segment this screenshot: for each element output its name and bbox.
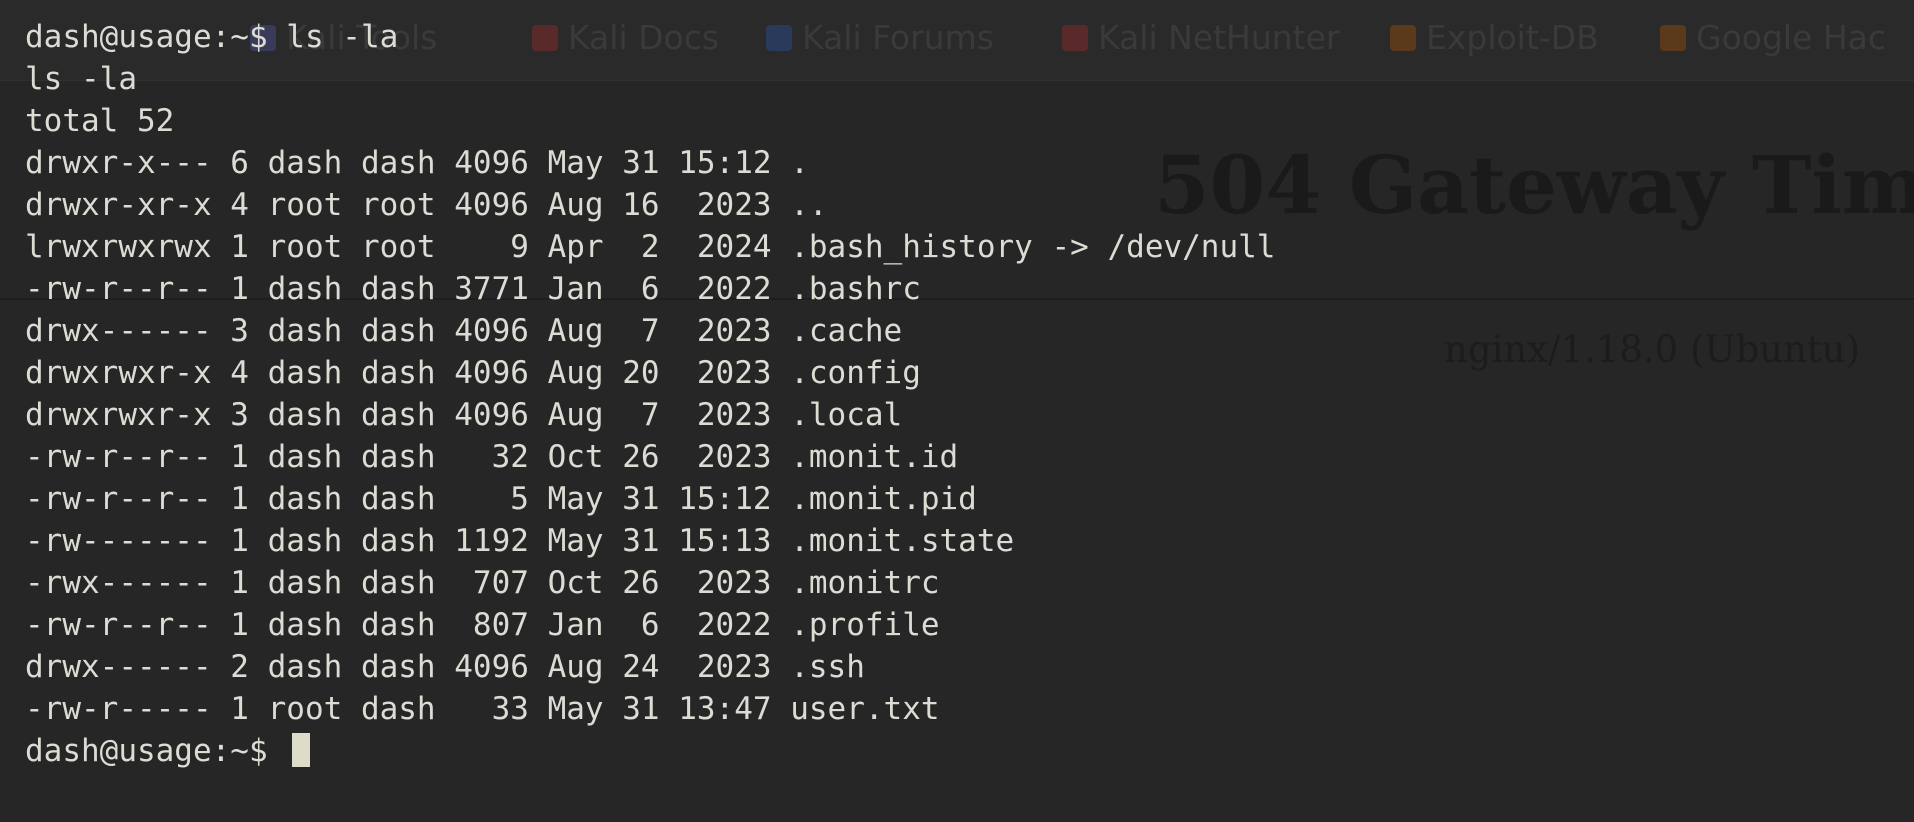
shell-prompt: dash@usage:~$ — [25, 733, 287, 769]
prompt-line[interactable]: dash@usage:~$ — [25, 730, 1895, 772]
output-line: lrwxrwxrwx 1 root root 9 Apr 2 2024 .bas… — [25, 229, 1276, 265]
terminal-output[interactable]: dash@usage:~$ ls -la ls -la total 52 drwxr-… — [25, 16, 1895, 772]
output-line: -rw-r--r-- 1 dash dash 5 May 31 15:12 .m… — [25, 481, 977, 517]
text-cursor — [292, 733, 311, 767]
output-line: -rw-r--r-- 1 dash dash 3771 Jan 6 2022 .… — [25, 271, 921, 307]
output-line: drwxrwxr-x 4 dash dash 4096 Aug 20 2023 … — [25, 355, 921, 391]
command-line: dash@usage:~$ ls -la — [25, 19, 399, 55]
output-line: -rw-r----- 1 root dash 33 May 31 13:47 u… — [25, 691, 940, 727]
output-line: total 52 — [25, 103, 175, 139]
output-line: -rw------- 1 dash dash 1192 May 31 15:13… — [25, 523, 1015, 559]
output-line: drwxr-xr-x 4 root root 4096 Aug 16 2023 … — [25, 187, 828, 223]
output-line: drwx------ 2 dash dash 4096 Aug 24 2023 … — [25, 649, 865, 685]
output-line: ls -la — [25, 61, 137, 97]
output-line: -rw-r--r-- 1 dash dash 807 Jan 6 2022 .p… — [25, 607, 940, 643]
output-line: drwxrwxr-x 3 dash dash 4096 Aug 7 2023 .… — [25, 397, 903, 433]
output-line: -rwx------ 1 dash dash 707 Oct 26 2023 .… — [25, 565, 940, 601]
screen: Kali Tools Kali Docs Kali Forums Kali NetHu… — [0, 0, 1914, 822]
output-line: drwxr-x--- 6 dash dash 4096 May 31 15:12… — [25, 145, 809, 181]
output-line: -rw-r--r-- 1 dash dash 32 Oct 26 2023 .m… — [25, 439, 959, 475]
output-line: drwx------ 3 dash dash 4096 Aug 7 2023 .… — [25, 313, 903, 349]
